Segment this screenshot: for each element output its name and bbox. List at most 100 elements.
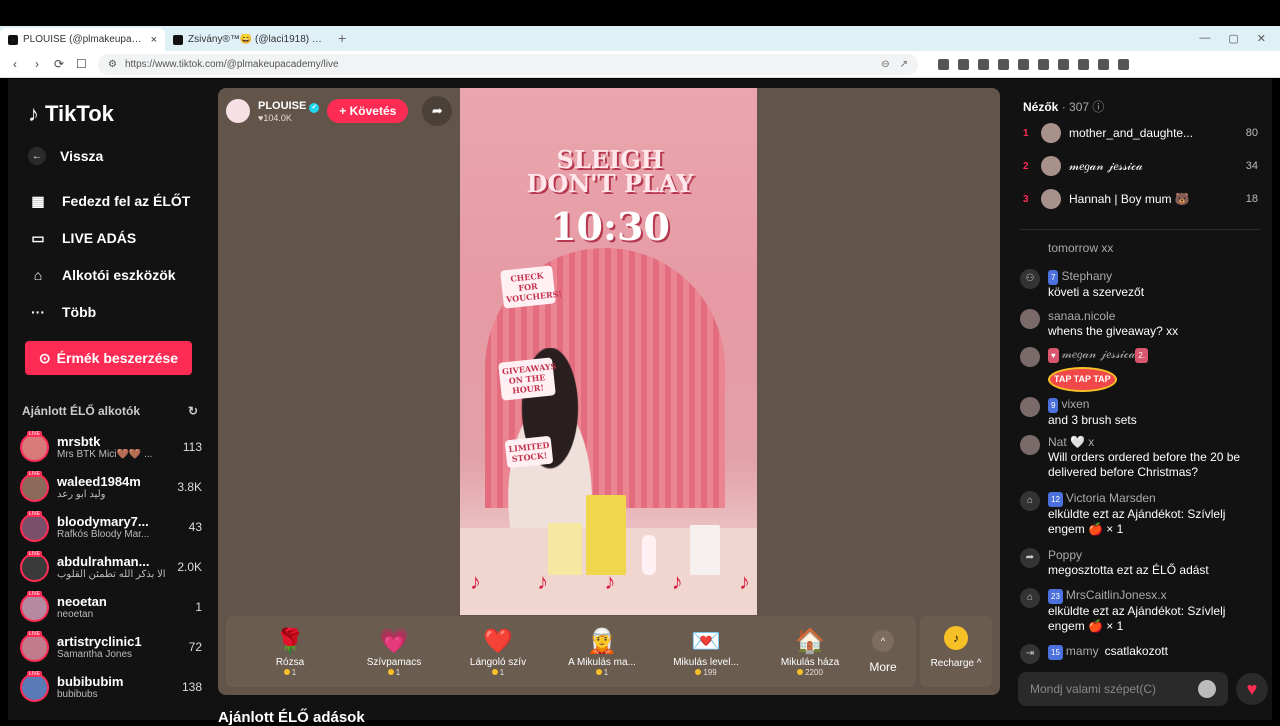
creator-name: abdulrahman... <box>57 554 150 569</box>
host-info: PLOUISE ✓ ♥104.0K + Követés ➦ <box>226 96 453 126</box>
chat-author[interactable]: Nat 🤍 x <box>1048 435 1094 449</box>
chat-message: Nat 🤍 x Will orders ordered before the 20… <box>1020 435 1265 480</box>
more-gifts-button[interactable]: ^ More <box>862 629 904 674</box>
extension-icon[interactable] <box>1058 58 1069 70</box>
creator-item[interactable]: LIVE bubibubim bubibubs 138 <box>20 669 202 705</box>
gift-item[interactable]: ❤️ Lángoló szív 1 <box>446 627 550 677</box>
new-tab-button[interactable]: + <box>330 30 354 51</box>
heart-icon[interactable]: ♥ <box>1236 673 1268 705</box>
extension-icon[interactable] <box>1118 58 1129 70</box>
level-badge: 15 <box>1048 645 1063 660</box>
creator-item[interactable]: LIVE mrsbtk Mrs BTK Mici🤎🤎 ... 113 <box>20 429 202 465</box>
extension-icon[interactable] <box>958 58 969 70</box>
chat-input[interactable]: Mondj valami szépet(C) <box>1018 672 1228 706</box>
viewers-header[interactable]: Nézők · 307 ⓘ <box>1023 98 1104 115</box>
extension-icon[interactable] <box>1038 58 1049 70</box>
chat-author[interactable]: Poppy <box>1048 548 1082 562</box>
minimize-button[interactable]: — <box>1199 32 1210 45</box>
extension-icon[interactable] <box>1078 58 1089 70</box>
back-button[interactable]: ‹ <box>10 57 20 71</box>
product-box <box>548 523 582 575</box>
chat-author[interactable]: MrsCaitlinJonesx.x <box>1066 588 1167 602</box>
brand-name: TikTok <box>45 101 114 126</box>
window-controls: — ▢ ✕ <box>1185 32 1280 51</box>
bookmark-button[interactable]: ☐ <box>76 57 87 71</box>
share-icon[interactable]: ➦ <box>422 96 453 126</box>
live-video[interactable]: SLEIGH DON'T PLAY 10:30 CHECK FOR VOUCHE… <box>460 88 757 615</box>
gift-item[interactable]: 💌 Mikulás level... 199 <box>654 627 758 677</box>
host-likes: ♥104.0K <box>258 112 292 123</box>
recharge-button[interactable]: ♪ Recharge ^ <box>920 616 992 687</box>
gift-item[interactable]: 💗 Szívpamacs 1 <box>342 627 446 677</box>
chat-message: ⚇ 7 Stephany követi a szervezőt <box>1020 269 1265 300</box>
chat-author[interactable]: Stephany <box>1061 269 1112 283</box>
viewer-count: 138 <box>181 680 202 694</box>
url-text[interactable]: https://www.tiktok.com/@plmakeupacademy/… <box>125 59 873 70</box>
creator-item[interactable]: LIVE artistryclinic1 Samantha Jones 72 <box>20 629 202 665</box>
recommended-lives-title: Ajánlott ÉLŐ adások <box>218 709 365 726</box>
site-info-icon[interactable]: ⚙ <box>108 59 117 70</box>
chat-author[interactable]: sanaa.nicole <box>1048 309 1115 323</box>
get-coins-button[interactable]: ⊙ Érmék beszerzése <box>25 341 192 375</box>
address-bar[interactable]: ⚙ https://www.tiktok.com/@plmakeupacadem… <box>98 53 918 75</box>
info-icon[interactable]: ⓘ <box>1092 100 1104 114</box>
gift-price: 2200 <box>805 667 823 677</box>
viewer-rank: 1 <box>1023 127 1029 139</box>
extension-icon[interactable] <box>938 58 949 70</box>
tiktok-logo[interactable]: ♪ TikTok <box>28 101 114 127</box>
zoom-icon[interactable]: ⊖ <box>881 59 889 70</box>
chat-message-text: elküldte ezt az Ajándékot: Szívlelj enge… <box>1048 604 1226 633</box>
get-coins-label: Érmék beszerzése <box>56 350 179 366</box>
sidebar-item-creator-tools[interactable]: ⌂ Alkotói eszközök <box>28 265 176 285</box>
gift-name: Rózsa <box>275 656 305 668</box>
avatar <box>1041 189 1061 209</box>
extension-icon[interactable] <box>1018 58 1029 70</box>
browser-toolbar: ‹ › ⟳ ☐ ⚙ https://www.tiktok.com/@plmake… <box>0 51 1280 78</box>
maximize-button[interactable]: ▢ <box>1228 32 1238 45</box>
close-window-button[interactable]: ✕ <box>1257 32 1266 45</box>
gift-item[interactable]: 🌹 Rózsa 1 <box>238 627 342 677</box>
gift-name: Mikulás háza <box>780 656 840 668</box>
top-viewer-item[interactable]: 1 mother_and_daughte... 80 <box>1023 122 1258 144</box>
sidebar-item-discover-live[interactable]: ▦ Fedezd fel az ÉLŐT <box>28 191 190 211</box>
chat-author[interactable]: 𝓂𝑒𝑔𝒶𝓃 𝒿𝑒𝓈𝓈𝒾𝒸𝒶 <box>1062 347 1136 361</box>
close-tab-icon[interactable]: × <box>151 34 157 46</box>
sidebar-item-go-live[interactable]: ▭ LIVE ADÁS <box>28 228 136 248</box>
chat-author-row: ♥ 𝓂𝑒𝑔𝒶𝓃 𝒿𝑒𝓈𝓈𝒾𝒸𝒶 2. <box>1048 347 1151 363</box>
live-badge: LIVE <box>27 550 42 557</box>
reload-button[interactable]: ⟳ <box>54 57 64 71</box>
host-name-row[interactable]: PLOUISE ✓ <box>258 100 320 113</box>
refresh-icon[interactable]: ↻ <box>188 404 198 418</box>
gift-item[interactable]: 🏠 Mikulás háza 2200 <box>758 627 862 677</box>
chat-message-body: sanaa.nicole whens the giveaway? xx <box>1048 309 1178 339</box>
chat-author[interactable]: mamy <box>1066 644 1099 658</box>
creator-text: bubibubim bubibubs <box>57 674 174 700</box>
chat-author[interactable]: vixen <box>1061 397 1089 411</box>
creator-item[interactable]: LIVE abdulrahman... ألا بذكر الله تطمئن ال… <box>20 549 202 585</box>
creator-item[interactable]: LIVE waleed1984m وليد ابو رعد 3.8K <box>20 469 202 505</box>
back-nav-item[interactable]: ← Vissza <box>28 147 103 165</box>
share-page-icon[interactable]: ↗ <box>900 59 908 70</box>
sidebar-item-more[interactable]: ··· Több <box>28 302 96 322</box>
top-viewer-item[interactable]: 3 Hannah | Boy mum 🐻 18 <box>1023 188 1258 210</box>
creator-item[interactable]: LIVE bloodymary7... Rafkós Bloody Mar... 43 <box>20 509 202 545</box>
extension-icon[interactable] <box>998 58 1009 70</box>
extension-icon[interactable] <box>978 58 989 70</box>
tab-second[interactable]: Zsivány®™😄 (@laci1918) ÉLŐ ... <box>165 28 330 51</box>
coin-icon <box>491 668 498 675</box>
chat-author[interactable]: Victoria Marsden <box>1066 491 1156 505</box>
forward-button[interactable]: › <box>32 57 42 71</box>
extension-icon[interactable] <box>1098 58 1109 70</box>
follow-button[interactable]: + Követés <box>327 99 409 123</box>
gift-icon: ⌂ <box>1020 588 1040 608</box>
gift-price: 1 <box>291 667 297 677</box>
tab-tiktok-live[interactable]: PLOUISE (@plmakeupacademy) ... × <box>0 28 165 51</box>
recommended-title: Ajánlott ÉLŐ alkotók <box>22 404 141 418</box>
chat-author-row: sanaa.nicole <box>1048 309 1178 324</box>
host-avatar[interactable] <box>226 99 250 123</box>
gift-item[interactable]: 🧝 A Mikulás ma... 1 <box>550 627 654 677</box>
creator-item[interactable]: LIVE neoetan neoetan 1 <box>20 589 202 625</box>
extension-icons <box>938 58 1129 70</box>
emoji-icon[interactable] <box>1198 680 1216 698</box>
top-viewer-item[interactable]: 2 𝓂𝑒𝑔𝒶𝓃 𝒿𝑒𝓈𝓈𝒾𝒸𝒶 34 <box>1023 155 1258 177</box>
